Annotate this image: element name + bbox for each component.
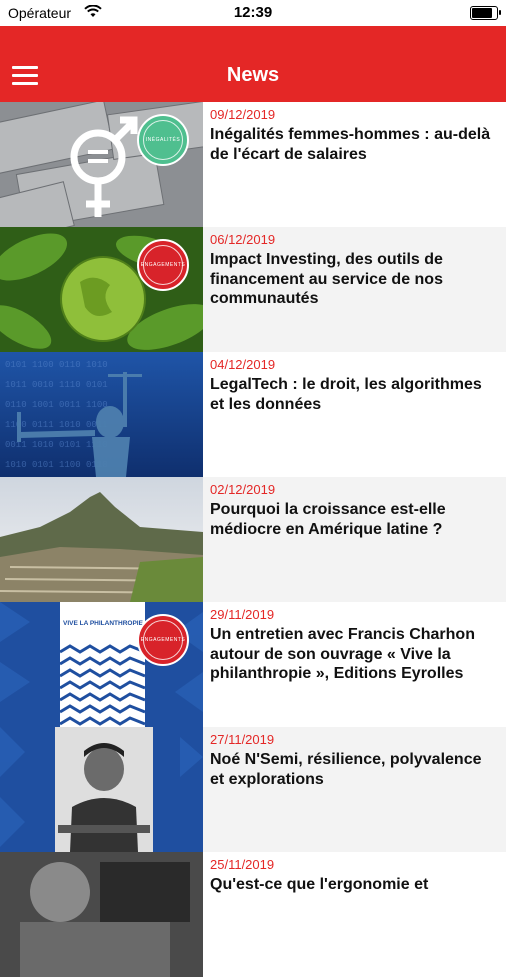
svg-text:0101 1100 0110 1010: 0101 1100 0110 1010 [5, 360, 108, 370]
article-text: 09/12/2019 Inégalités femmes-hommes : au… [203, 102, 506, 227]
news-list: INÉGALITÉS 09/12/2019 Inégalités femmes-… [0, 102, 506, 977]
list-item[interactable]: 27/11/2019 Noé N'Semi, résilience, polyv… [0, 727, 506, 852]
article-title: Impact Investing, des outils de financem… [210, 251, 443, 307]
list-item[interactable]: ENGAGEMENTS 06/12/2019 Impact Investing,… [0, 227, 506, 352]
status-bar: Opérateur 12:39 [0, 0, 506, 26]
list-item[interactable]: VIVE LA PHILANTHROPIE ENGAGEMENTS 29/11/… [0, 602, 506, 727]
article-title: Pourquoi la croissance est-elle médiocre… [210, 501, 446, 538]
svg-text:1011 0010 1110 0101: 1011 0010 1110 0101 [5, 380, 108, 390]
article-date: 27/11/2019 [210, 732, 275, 747]
list-item[interactable]: 25/11/2019 Qu'est-ce que l'ergonomie et [0, 852, 506, 977]
page-title: News [226, 64, 280, 86]
article-date: 02/12/2019 [210, 482, 276, 497]
article-text: 04/12/2019 LegalTech : le droit, les alg… [203, 352, 506, 477]
book-cover-title: VIVE LA PHILANTHROPIE [63, 620, 144, 627]
list-item[interactable]: 02/12/2019 Pourquoi la croissance est-el… [0, 477, 506, 602]
article-date: 25/11/2019 [210, 857, 275, 872]
article-text: 29/11/2019 Un entretien avec Francis Cha… [203, 602, 506, 727]
svg-text:1010 0101 1100 0110: 1010 0101 1100 0110 [5, 460, 108, 470]
article-thumbnail: INÉGALITÉS [0, 102, 203, 227]
article-text: 25/11/2019 Qu'est-ce que l'ergonomie et [203, 852, 506, 977]
article-thumbnail [0, 852, 203, 977]
category-badge: ENGAGEMENTS [137, 614, 189, 666]
article-text: 02/12/2019 Pourquoi la croissance est-el… [203, 477, 506, 602]
article-title: LegalTech : le droit, les algorithmes et… [210, 376, 482, 413]
article-title: Qu'est-ce que l'ergonomie et [210, 876, 429, 893]
article-text: 06/12/2019 Impact Investing, des outils … [203, 227, 506, 352]
article-text: 27/11/2019 Noé N'Semi, résilience, polyv… [203, 727, 506, 852]
battery-icon [470, 6, 501, 20]
article-thumbnail [0, 477, 203, 602]
article-title: Noé N'Semi, résilience, polyvalence et e… [210, 751, 482, 788]
list-item[interactable]: INÉGALITÉS 09/12/2019 Inégalités femmes-… [0, 102, 506, 227]
category-badge: ENGAGEMENTS [137, 239, 189, 291]
article-title: Un entretien avec Francis Charhon autour… [210, 626, 475, 682]
list-item[interactable]: 0101 1100 0110 1010 1011 0010 1110 0101 … [0, 352, 506, 477]
article-date: 06/12/2019 [210, 232, 276, 247]
clock: 12:39 [233, 4, 273, 21]
nav-bar: News [0, 26, 506, 102]
svg-text:0110 1001 0011 1100: 0110 1001 0011 1100 [5, 400, 108, 410]
article-thumbnail: 0101 1100 0110 1010 1011 0010 1110 0101 … [0, 352, 203, 477]
article-date: 04/12/2019 [210, 357, 276, 372]
article-thumbnail: VIVE LA PHILANTHROPIE ENGAGEMENTS [0, 602, 203, 727]
category-badge: INÉGALITÉS [137, 114, 189, 166]
article-title: Inégalités femmes-hommes : au-delà de l'… [210, 126, 491, 163]
article-thumbnail: ENGAGEMENTS [0, 227, 203, 352]
article-date: 29/11/2019 [210, 607, 275, 622]
article-thumbnail [0, 727, 203, 852]
article-date: 09/12/2019 [210, 107, 276, 122]
